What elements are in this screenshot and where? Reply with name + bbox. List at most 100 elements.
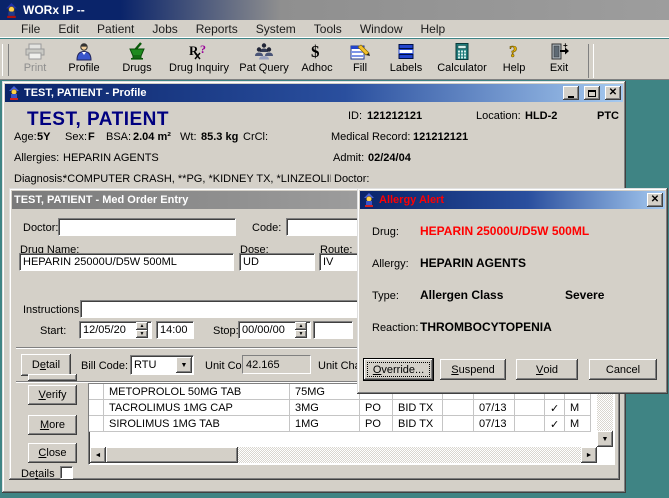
order-cell[interactable]: METOPROLOL 50MG TAB <box>104 384 290 400</box>
menu-item-edit[interactable]: Edit <box>49 20 88 38</box>
bill-code-label: Bill Code: <box>81 360 128 372</box>
age-value: 5Y <box>37 131 50 143</box>
drug-inquiry-button[interactable]: R ? Drug Inquiry <box>164 42 234 78</box>
profile-window-title: TEST, PATIENT - Profile <box>24 87 146 99</box>
orders-vertical-scrollbar[interactable]: ▼ <box>597 385 613 447</box>
age-label: Age: <box>14 131 37 143</box>
labels-button[interactable]: Labels <box>380 42 432 78</box>
menu-item-tools[interactable]: Tools <box>305 20 351 38</box>
maximize-button[interactable] <box>584 86 600 100</box>
menu-item-file[interactable]: File <box>12 20 49 38</box>
hidden-button-sliver[interactable] <box>28 374 77 381</box>
scroll-thumb[interactable] <box>106 447 238 463</box>
order-cell[interactable]: SIROLIMUS 1MG TAB <box>104 416 290 432</box>
order-cell[interactable]: PO <box>360 416 393 432</box>
scroll-right-icon[interactable]: ► <box>581 447 597 463</box>
spin-up-icon[interactable]: ▲ <box>295 322 307 330</box>
order-cell[interactable]: 07/13 <box>474 416 515 432</box>
void-button[interactable]: Void <box>516 359 578 380</box>
bsa-label: BSA: <box>106 131 131 143</box>
stop-date-input[interactable]: 00/00/00 ▲ ▼ <box>238 321 311 339</box>
adhoc-button[interactable]: $ Adhoc <box>294 42 340 78</box>
close-button[interactable]: ✕ <box>605 86 621 100</box>
spin-down-icon[interactable]: ▼ <box>136 330 148 338</box>
order-cell[interactable] <box>443 400 474 416</box>
order-row[interactable]: SIROLIMUS 1MG TAB1MGPOBID TX 07/13 ✓M <box>89 416 614 432</box>
order-cell[interactable] <box>515 416 545 432</box>
chevron-down-icon[interactable]: ▼ <box>176 357 192 373</box>
start-time-input[interactable]: 14:00 <box>156 321 194 339</box>
help-button[interactable]: ? Help <box>492 42 536 78</box>
menu-item-jobs[interactable]: Jobs <box>143 20 186 38</box>
cancel-button[interactable]: Cancel <box>589 359 657 380</box>
spin-down-icon[interactable]: ▼ <box>295 330 307 338</box>
close-orders-button[interactable]: Close <box>28 443 77 463</box>
drug-name-input[interactable]: HEPARIN 25000U/D5W 500ML <box>19 253 234 271</box>
stop-time-input[interactable] <box>313 321 353 339</box>
drugs-button[interactable]: Drugs <box>110 42 164 78</box>
order-cell[interactable]: BID TX <box>393 400 443 416</box>
more-button[interactable]: More <box>28 415 77 435</box>
bill-code-dropdown[interactable]: RTU ▼ <box>130 355 194 375</box>
suspend-button[interactable]: Suspend <box>440 359 506 380</box>
override-button[interactable]: Override... <box>364 359 433 380</box>
sex-label: Sex: <box>65 131 87 143</box>
order-cell[interactable]: ✓ <box>545 416 565 432</box>
order-cell[interactable]: M <box>565 400 591 416</box>
alert-allergy-label: Allergy: <box>372 256 420 270</box>
order-cell[interactable]: 3MG <box>290 400 360 416</box>
location-value: HLD-2 <box>525 110 557 122</box>
order-cell[interactable]: 07/13 <box>474 400 515 416</box>
scroll-left-icon[interactable]: ◄ <box>90 447 106 463</box>
menu-item-help[interactable]: Help <box>412 20 455 38</box>
wt-label: Wt: <box>180 131 197 143</box>
worx-app-icon <box>362 193 376 207</box>
detail-button[interactable]: Detail <box>21 354 71 376</box>
menu-item-patient[interactable]: Patient <box>88 20 143 38</box>
order-cell[interactable] <box>89 416 104 432</box>
allergies-label: Allergies: <box>14 152 59 164</box>
printer-icon <box>24 42 46 61</box>
order-cell[interactable] <box>89 400 104 416</box>
order-cell[interactable]: BID TX <box>393 416 443 432</box>
patients-group-icon <box>253 42 275 61</box>
order-cell[interactable]: M <box>565 416 591 432</box>
order-cell[interactable]: PO <box>360 400 393 416</box>
calculator-button[interactable]: Calculator <box>432 42 492 78</box>
profile-window-titlebar[interactable]: TEST, PATIENT - Profile ✕ <box>5 84 623 102</box>
pat-query-button[interactable]: Pat Query <box>234 42 294 78</box>
order-cell[interactable] <box>89 384 104 400</box>
details-checkbox[interactable] <box>60 466 73 479</box>
fill-button[interactable]: Fill <box>340 42 380 78</box>
exit-button[interactable]: + Exit <box>536 42 582 78</box>
spin-up-icon[interactable]: ▲ <box>136 322 148 330</box>
admit-label: Admit: <box>333 152 364 164</box>
alert-dialog-titlebar[interactable]: Allergy Alert ✕ <box>360 191 665 209</box>
menu-item-system[interactable]: System <box>247 20 305 38</box>
dose-input[interactable]: UD <box>239 253 315 271</box>
scroll-track[interactable] <box>238 447 581 463</box>
stop-date-spinner[interactable]: ▲ ▼ <box>295 322 307 338</box>
order-cell[interactable]: ✓ <box>545 400 565 416</box>
minimize-button[interactable] <box>563 86 579 100</box>
orders-horizontal-scrollbar[interactable]: ◄ ► <box>90 447 597 463</box>
order-cell[interactable] <box>515 400 545 416</box>
menu-item-reports[interactable]: Reports <box>187 20 247 38</box>
order-doctor-input[interactable] <box>58 218 236 236</box>
order-cell[interactable]: 75MG <box>290 384 360 400</box>
order-row[interactable]: TACROLIMUS 1MG CAP3MGPOBID TX 07/13 ✓M <box>89 400 614 416</box>
profile-button[interactable]: Profile <box>58 42 110 78</box>
menu-item-window[interactable]: Window <box>351 20 412 38</box>
close-icon[interactable]: ✕ <box>647 193 663 207</box>
unit-charge-label: Unit Cha <box>318 360 361 372</box>
verify-button[interactable]: Verify <box>28 385 77 405</box>
order-cell[interactable]: TACROLIMUS 1MG CAP <box>104 400 290 416</box>
orders-table[interactable]: METOPROLOL 50MG TAB75MGTACROLIMUS 1MG CA… <box>88 383 615 465</box>
start-date-spinner[interactable]: ▲ ▼ <box>136 322 148 338</box>
order-cell[interactable]: 1MG <box>290 416 360 432</box>
order-cell[interactable] <box>443 416 474 432</box>
print-button[interactable]: Print <box>12 42 58 78</box>
start-date-input[interactable]: 12/05/20 ▲ ▼ <box>79 321 152 339</box>
scroll-down-icon[interactable]: ▼ <box>597 431 613 447</box>
toolbar-drag-handle[interactable] <box>2 44 9 76</box>
